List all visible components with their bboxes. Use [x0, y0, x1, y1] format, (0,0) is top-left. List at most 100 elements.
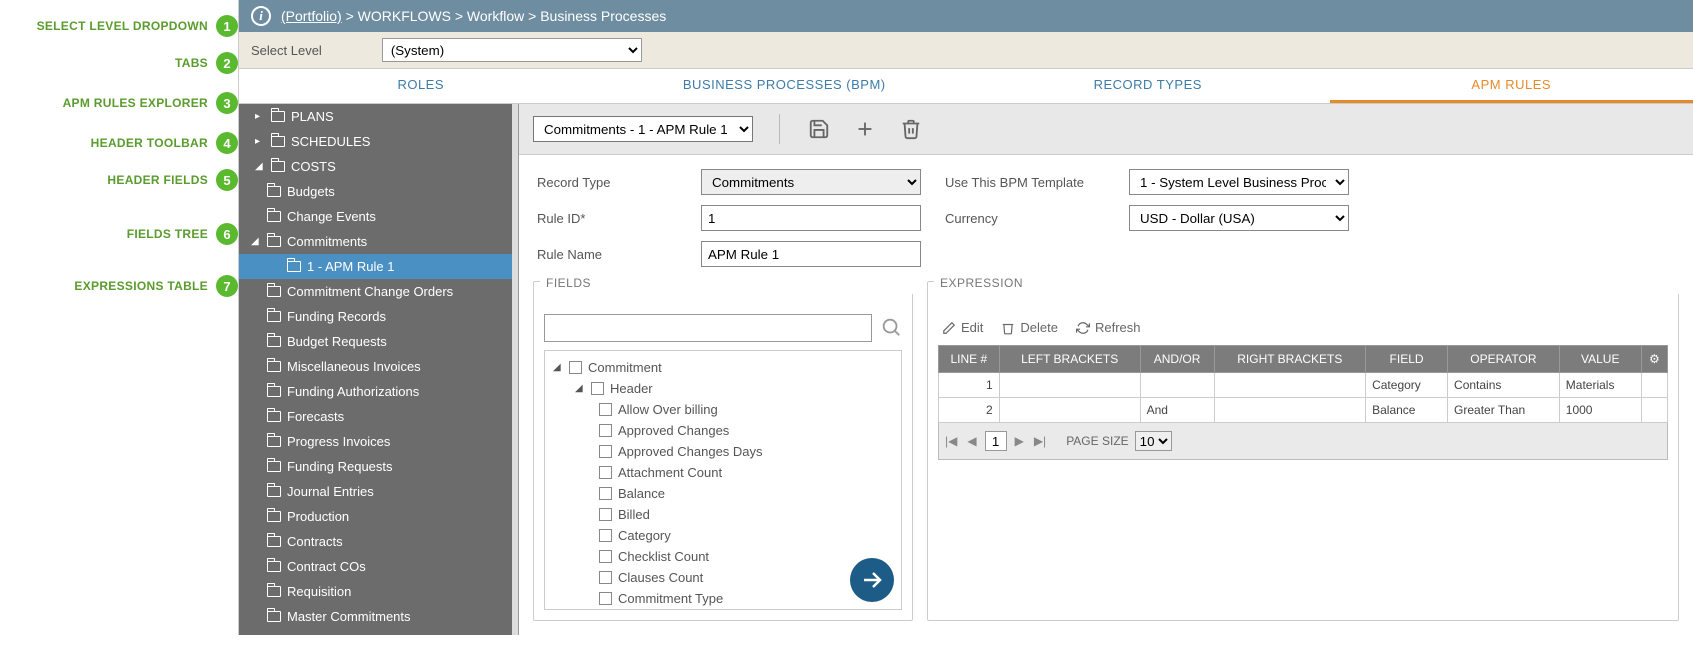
save-icon[interactable]	[806, 116, 832, 142]
select-level-dropdown[interactable]: (System)	[382, 38, 642, 62]
folder-icon	[267, 361, 281, 372]
folder-icon	[267, 436, 281, 447]
tree-apm-rule-1[interactable]: 1 - APM Rule 1	[239, 254, 518, 279]
expr-refresh-button[interactable]: Refresh	[1076, 320, 1141, 335]
fields-search-input[interactable]	[544, 314, 872, 342]
pager-prev-icon[interactable]: ◀	[965, 434, 978, 448]
checkbox-icon[interactable]	[599, 592, 612, 605]
folder-icon	[267, 236, 281, 247]
checkbox-icon[interactable]	[599, 403, 612, 416]
rule-picker-dropdown[interactable]: Commitments - 1 - APM Rule 1	[533, 116, 753, 142]
tree-change-events[interactable]: Change Events	[239, 204, 518, 229]
tree-plans[interactable]: ▸PLANS	[239, 104, 518, 129]
checkbox-icon[interactable]	[591, 382, 604, 395]
tree-commitments[interactable]: ◢Commitments	[239, 229, 518, 254]
col-right-brackets[interactable]: RIGHT BRACKETS	[1214, 346, 1366, 373]
expression-panel: EXPRESSION Edit Delete Refresh LINE #	[927, 281, 1679, 621]
apm-rules-explorer[interactable]: ▸PLANS ▸SCHEDULES ◢COSTS Budgets Change …	[239, 104, 519, 635]
col-andor[interactable]: AND/OR	[1140, 346, 1214, 373]
folder-icon	[267, 586, 281, 597]
callouts-legend: SELECT LEVEL DROPDOWN1 TABS2 APM RULES E…	[0, 0, 238, 635]
tree-contracts[interactable]: Contracts	[239, 529, 518, 554]
col-gear[interactable]: ⚙	[1641, 346, 1667, 373]
tree-progress-invoices[interactable]: Progress Invoices	[239, 429, 518, 454]
table-row[interactable]: 2 And Balance Greater Than 1000	[939, 398, 1668, 423]
table-row[interactable]: 1 Category Contains Materials	[939, 373, 1668, 398]
tree-journal-entries[interactable]: Journal Entries	[239, 479, 518, 504]
folder-icon	[267, 461, 281, 472]
search-icon[interactable]	[880, 316, 902, 341]
col-field[interactable]: FIELD	[1366, 346, 1448, 373]
expression-panel-title: EXPRESSION	[934, 272, 1684, 294]
bpm-template-label: Use This BPM Template	[945, 175, 1105, 190]
tree-schedules[interactable]: ▸SCHEDULES	[239, 129, 518, 154]
tree-contract-cos[interactable]: Contract COs	[239, 554, 518, 579]
tree-cco[interactable]: Commitment Change Orders	[239, 279, 518, 304]
splitter-handle[interactable]	[512, 104, 518, 635]
folder-icon	[267, 486, 281, 497]
pager-next-icon[interactable]: ▶	[1013, 434, 1026, 448]
tree-forecasts[interactable]: Forecasts	[239, 404, 518, 429]
delete-icon[interactable]	[898, 116, 924, 142]
breadcrumb-bar: i (Portfolio) > WORKFLOWS > Workflow > B…	[239, 0, 1693, 32]
rule-name-input[interactable]	[701, 241, 921, 267]
record-type-select[interactable]: Commitments	[701, 169, 921, 195]
fields-tree[interactable]: ◢Commitment ◢Header Allow Over billing A…	[544, 350, 902, 610]
page-size-select[interactable]: 10	[1135, 431, 1172, 451]
rule-id-input[interactable]	[701, 205, 921, 231]
folder-icon	[287, 261, 301, 272]
breadcrumb: (Portfolio) > WORKFLOWS > Workflow > Bus…	[281, 8, 666, 24]
folder-icon	[267, 286, 281, 297]
pager-last-icon[interactable]: ▶|	[1032, 434, 1048, 448]
col-left-brackets[interactable]: LEFT BRACKETS	[999, 346, 1140, 373]
col-value[interactable]: VALUE	[1559, 346, 1641, 373]
tree-funding-auth[interactable]: Funding Authorizations	[239, 379, 518, 404]
checkbox-icon[interactable]	[599, 529, 612, 542]
tree-funding-requests[interactable]: Funding Requests	[239, 454, 518, 479]
pager-first-icon[interactable]: |◀	[943, 434, 959, 448]
tab-record-types[interactable]: RECORD TYPES	[966, 69, 1330, 103]
pager: |◀ ◀ ▶ ▶| PAGE SIZE 10	[938, 423, 1668, 460]
folder-icon	[271, 161, 285, 172]
checkbox-icon[interactable]	[599, 508, 612, 521]
select-level-label: Select Level	[251, 43, 322, 58]
folder-icon	[267, 211, 281, 222]
pager-page-input[interactable]	[985, 431, 1007, 451]
tree-requisition[interactable]: Requisition	[239, 579, 518, 604]
breadcrumb-root-link[interactable]: (Portfolio)	[281, 8, 342, 24]
header-fields: Record Type Commitments Use This BPM Tem…	[519, 155, 1693, 281]
tree-master-commitments[interactable]: Master Commitments	[239, 604, 518, 629]
fields-panel-title: FIELDS	[540, 272, 918, 294]
add-to-expression-button[interactable]	[850, 558, 894, 602]
add-icon[interactable]	[852, 116, 878, 142]
col-operator[interactable]: OPERATOR	[1448, 346, 1560, 373]
tree-budget-requests[interactable]: Budget Requests	[239, 329, 518, 354]
tree-production[interactable]: Production	[239, 504, 518, 529]
checkbox-icon[interactable]	[569, 361, 582, 374]
bpm-template-select[interactable]: 1 - System Level Business Process	[1129, 169, 1349, 195]
checkbox-icon[interactable]	[599, 571, 612, 584]
tree-costs[interactable]: ◢COSTS	[239, 154, 518, 179]
tree-misc-invoices[interactable]: Miscellaneous Invoices	[239, 354, 518, 379]
col-line[interactable]: LINE #	[939, 346, 1000, 373]
tree-budgets[interactable]: Budgets	[239, 179, 518, 204]
currency-select[interactable]: USD - Dollar (USA)	[1129, 205, 1349, 231]
folder-icon	[267, 411, 281, 422]
expr-delete-button[interactable]: Delete	[1001, 320, 1058, 335]
folder-icon	[271, 111, 285, 122]
tree-funding-records[interactable]: Funding Records	[239, 304, 518, 329]
expression-table: LINE # LEFT BRACKETS AND/OR RIGHT BRACKE…	[938, 345, 1668, 423]
checkbox-icon[interactable]	[599, 550, 612, 563]
folder-icon	[267, 386, 281, 397]
info-icon[interactable]: i	[251, 6, 271, 26]
checkbox-icon[interactable]	[599, 487, 612, 500]
expr-edit-button[interactable]: Edit	[942, 320, 983, 335]
checkbox-icon[interactable]	[599, 466, 612, 479]
folder-icon	[267, 536, 281, 547]
tab-bpm[interactable]: BUSINESS PROCESSES (BPM)	[603, 69, 967, 103]
checkbox-icon[interactable]	[599, 445, 612, 458]
tab-apm-rules[interactable]: APM RULES	[1330, 69, 1693, 103]
checkbox-icon[interactable]	[599, 424, 612, 437]
tab-roles[interactable]: ROLES	[239, 69, 603, 103]
folder-icon	[267, 561, 281, 572]
